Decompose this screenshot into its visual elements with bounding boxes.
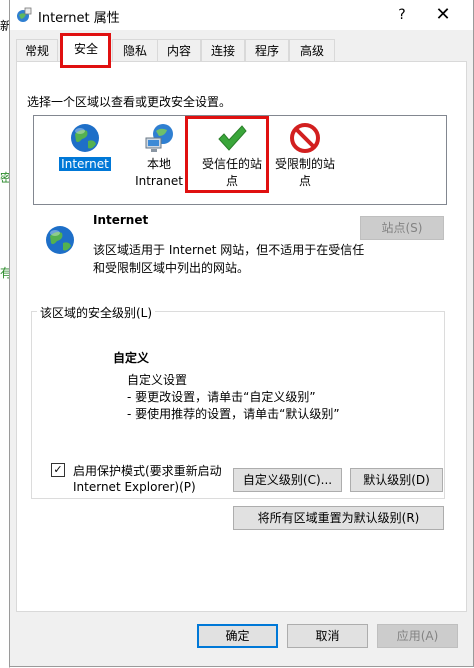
- apply-button[interactable]: 应用(A): [377, 624, 458, 648]
- title-bar: Internet 属性 ? ✕: [10, 0, 473, 30]
- zone-label: 点: [298, 174, 311, 188]
- tab-connections[interactable]: 连接: [201, 39, 245, 62]
- tab-programs[interactable]: 程序: [245, 39, 289, 62]
- background-text: 密: [0, 171, 9, 185]
- zone-label: Internet: [59, 157, 111, 171]
- close-button[interactable]: ✕: [428, 2, 458, 28]
- restricted-icon: [290, 123, 320, 153]
- internet-options-icon: [17, 7, 32, 22]
- security-level-text: 自定义设置: [127, 373, 188, 387]
- sites-button[interactable]: 站点(S): [360, 216, 444, 240]
- cancel-button[interactable]: 取消: [287, 624, 368, 648]
- globe-icon: [46, 226, 74, 254]
- zone-instruction: 选择一个区域以查看或更改安全设置。: [27, 95, 232, 109]
- security-level-group-title: 该区域的安全级别(L): [37, 304, 156, 321]
- tab-general[interactable]: 常规: [16, 39, 58, 62]
- background-text: 有: [0, 266, 9, 280]
- highlight-box-trusted-sites: [185, 116, 269, 193]
- zone-internet[interactable]: Internet: [46, 122, 124, 173]
- security-tab-panel: 选择一个区域以查看或更改安全设置。 Internet 本地 Intranet 受…: [16, 61, 467, 612]
- tab-content[interactable]: 内容: [157, 39, 201, 62]
- window-title: Internet 属性: [38, 11, 120, 26]
- tab-privacy[interactable]: 隐私: [112, 39, 158, 62]
- reset-all-zones-button[interactable]: 将所有区域重置为默认级别(R): [233, 506, 444, 530]
- security-level-text: - 要使用推荐的设置，请单击“默认级别”: [127, 407, 340, 421]
- background-text: 新: [0, 19, 9, 33]
- protected-mode-checkbox[interactable]: ✓: [51, 463, 65, 477]
- tab-advanced[interactable]: 高级: [289, 39, 335, 62]
- security-level-text: - 要更改设置，请单击“自定义级别”: [127, 390, 316, 404]
- internet-options-dialog: Internet 属性 ? ✕ 常规 安全 隐私 内容 连接 程序 高级 选择一…: [9, 0, 474, 667]
- zone-title: Internet: [93, 213, 149, 227]
- zone-restricted-sites[interactable]: 受限制的站 点: [266, 122, 344, 190]
- zone-description: 和受限制区域中列出的网站。: [93, 261, 250, 275]
- default-level-button[interactable]: 默认级别(D): [350, 468, 443, 492]
- security-level-name: 自定义: [113, 351, 150, 365]
- globe-icon: [71, 124, 99, 152]
- protected-mode-label: 启用保护模式(要求重新启动: [73, 464, 222, 478]
- zone-description: 该区域适用于 Internet 网站，但不适用于在受信任: [93, 243, 365, 257]
- protected-mode-label: Internet Explorer)(P): [73, 480, 196, 494]
- highlight-box-security-tab: [60, 33, 111, 68]
- zone-label: 受限制的站: [274, 157, 335, 171]
- ok-button[interactable]: 确定: [197, 624, 278, 648]
- help-button[interactable]: ?: [390, 4, 414, 26]
- intranet-icon: [145, 124, 173, 152]
- custom-level-button[interactable]: 自定义级别(C)...: [233, 468, 342, 492]
